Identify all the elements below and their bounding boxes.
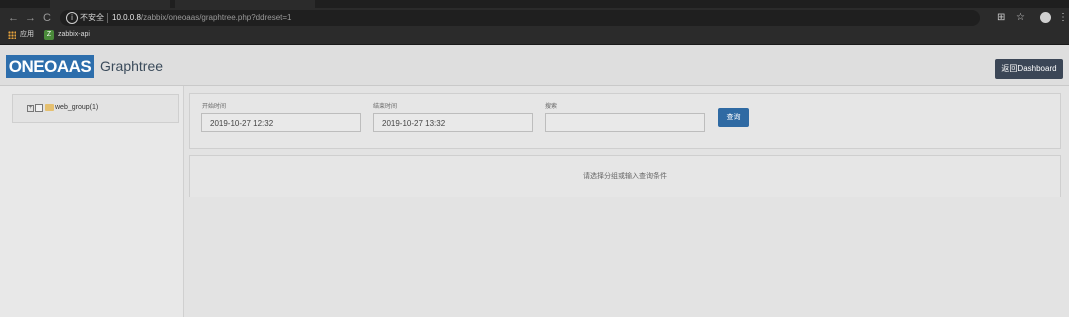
info-icon[interactable]: i bbox=[66, 12, 78, 24]
end-time-input[interactable]: 2019-10-27 13:32 bbox=[373, 113, 533, 132]
tree-node-web-group[interactable]: web_group(1) bbox=[55, 103, 98, 113]
expand-icon[interactable]: + bbox=[27, 105, 34, 112]
bookmark-star-icon[interactable]: ☆ bbox=[1016, 12, 1025, 24]
page-title: Graphtree bbox=[100, 58, 164, 74]
address-divider bbox=[107, 13, 108, 23]
browser-tab-strip bbox=[0, 0, 1069, 8]
app-header: ONEOAAS Graphtree 返回Dashboard bbox=[0, 45, 1069, 86]
reload-icon[interactable]: C bbox=[43, 10, 51, 26]
browser-tab-active[interactable] bbox=[175, 0, 315, 8]
end-time-label: 结束时间 bbox=[373, 104, 398, 110]
empty-hint: 请选择分组或输入查询条件 bbox=[583, 173, 667, 180]
back-icon[interactable]: ← bbox=[8, 10, 19, 26]
bookmark-apps[interactable]: 应用 bbox=[20, 30, 34, 40]
apps-grid-icon[interactable] bbox=[8, 31, 16, 39]
start-time-input[interactable]: 2019-10-27 12:32 bbox=[201, 113, 361, 132]
search-input[interactable] bbox=[545, 113, 705, 132]
back-to-dashboard-button[interactable]: 返回Dashboard bbox=[995, 59, 1063, 79]
result-panel: 请选择分组或输入查询条件 bbox=[189, 155, 1061, 197]
tree-checkbox[interactable] bbox=[35, 104, 43, 112]
graph-tree: + web_group(1) bbox=[12, 94, 179, 123]
address-url[interactable]: 10.0.0.8/zabbix/oneoaas/graphtree.php?dd… bbox=[112, 12, 291, 24]
oneoaas-logo[interactable]: ONEOAAS bbox=[6, 55, 94, 78]
search-label: 搜索 bbox=[545, 104, 558, 110]
insecure-label: 不安全 bbox=[80, 13, 104, 22]
address-path: /zabbix/oneoaas/graphtree.php?ddreset=1 bbox=[140, 13, 292, 22]
address-host: 10.0.0.8 bbox=[112, 13, 141, 22]
folder-icon bbox=[45, 104, 54, 111]
forward-icon[interactable]: → bbox=[25, 10, 36, 26]
zabbix-favicon: Z bbox=[44, 30, 54, 40]
bookmark-zabbix-api[interactable]: zabbix-api bbox=[58, 30, 90, 40]
menu-kebab-icon[interactable]: ⋮ bbox=[1058, 12, 1068, 24]
profile-avatar[interactable] bbox=[1040, 12, 1051, 23]
address-bar[interactable]: i 不安全 10.0.0.8/zabbix/oneoaas/graphtree.… bbox=[60, 10, 980, 26]
browser-tab[interactable] bbox=[50, 0, 170, 8]
translate-icon[interactable]: ⊞ bbox=[997, 12, 1005, 24]
query-button[interactable]: 查询 bbox=[718, 108, 749, 127]
start-time-label: 开始时间 bbox=[202, 104, 227, 110]
bookmarks-bar bbox=[0, 28, 1069, 45]
